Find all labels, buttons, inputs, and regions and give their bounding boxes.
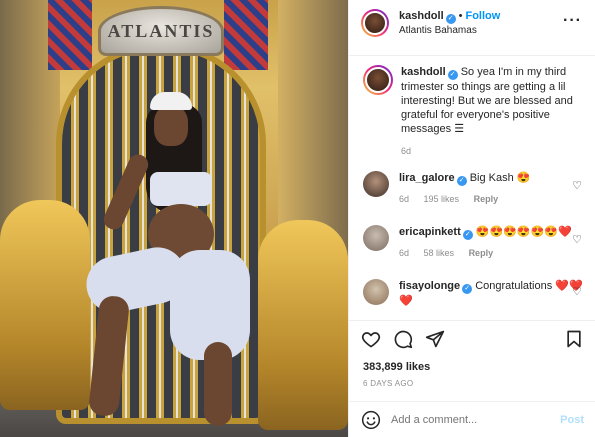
separator-dot: • [458, 10, 463, 22]
comment-body: fisayolonge ✓ Congratulations ❤️❤️❤️ [399, 279, 585, 308]
action-icons [361, 329, 445, 349]
person-top [150, 172, 212, 206]
throne-arm-left [0, 200, 90, 410]
throne-arm-right [258, 220, 348, 430]
post-photo[interactable]: ATLANTIS [0, 0, 348, 437]
comment-username[interactable]: lira_galore [399, 172, 455, 184]
comment-likes[interactable]: 195 likes [424, 194, 460, 204]
comment-bubble-icon[interactable] [393, 329, 413, 349]
caption-meta: 6d [401, 144, 585, 158]
author-username[interactable]: kashdoll [399, 10, 444, 22]
photo-person [81, 92, 250, 432]
comment-username[interactable]: ericapinkett [399, 226, 461, 238]
comment-likes[interactable]: 58 likes [424, 248, 455, 258]
author-avatar[interactable] [363, 11, 387, 35]
verified-badge-icon: ✓ [447, 70, 458, 80]
like-count[interactable]: 383,899 likes [363, 361, 430, 373]
caption-entry: kashdoll ✓ So yea I'm in my third trimest… [363, 65, 585, 158]
comment-body: lira_galore ✓ Big Kash 😍 6d 195 likes Rep… [399, 171, 585, 206]
reply-button[interactable]: Reply [474, 194, 499, 204]
post-date[interactable]: 6 DAYS AGO [363, 379, 413, 388]
photo-banner-right [224, 0, 268, 70]
comment-item: ericapinkett ✓ 😍😍😍😍😍😍❤️ 6d 58 likes Reply [363, 225, 585, 260]
comment-avatar[interactable] [363, 171, 389, 197]
comment-item: lira_galore ✓ Big Kash 😍 6d 195 likes Rep… [363, 171, 585, 206]
reply-button[interactable]: Reply [469, 248, 494, 258]
comment-input[interactable] [391, 413, 561, 426]
person-leg-right [204, 342, 232, 426]
person-cap [150, 92, 192, 110]
more-options-icon[interactable]: ··· [563, 12, 582, 30]
comment-text: 😍😍😍😍😍😍❤️ [475, 226, 572, 238]
verified-badge-icon: ✓ [456, 176, 467, 186]
comment-meta: 6d 58 likes Reply [399, 246, 585, 260]
comment-text: Big Kash 😍 [469, 172, 531, 184]
comment-avatar[interactable] [363, 279, 389, 305]
comment-username[interactable]: fisayolonge [399, 280, 460, 292]
comment-like-heart-icon[interactable]: ♡ [572, 285, 582, 298]
verified-badge-icon: ✓ [462, 284, 473, 294]
like-heart-icon[interactable] [361, 329, 381, 349]
post-header: kashdoll ✓ • Follow Atlantis Bahamas ··· [349, 0, 595, 56]
comments-list[interactable]: kashdoll ✓ So yea I'm in my third trimest… [349, 57, 595, 319]
person-face [154, 106, 188, 146]
post-location[interactable]: Atlantis Bahamas [399, 24, 500, 38]
comment-like-heart-icon[interactable]: ♡ [572, 233, 582, 246]
person-raised-arm [100, 151, 152, 233]
photo-banner-left [48, 0, 92, 70]
comment-meta: 6d 195 likes Reply [399, 192, 585, 206]
save-bookmark-icon[interactable] [564, 329, 584, 349]
comment-time[interactable]: 6d [399, 248, 409, 258]
comment-avatar[interactable] [363, 225, 389, 251]
verified-badge-icon: ✓ [462, 230, 473, 240]
emoji-smiley-icon[interactable] [361, 410, 381, 430]
verified-badge-icon: ✓ [445, 14, 456, 24]
share-paper-plane-icon[interactable] [425, 329, 445, 349]
comment-body: ericapinkett ✓ 😍😍😍😍😍😍❤️ 6d 58 likes Reply [399, 225, 585, 260]
caption-avatar-ring[interactable] [363, 65, 393, 95]
atlantis-sign: ATLANTIS [98, 6, 224, 56]
caption-time[interactable]: 6d [401, 146, 411, 156]
post-actions: 383,899 likes 6 DAYS AGO [349, 320, 595, 388]
atlantis-sign-text: ATLANTIS [107, 20, 215, 41]
add-comment-bar: Post [349, 401, 595, 437]
post-side-panel: kashdoll ✓ • Follow Atlantis Bahamas ··· ka… [348, 0, 595, 437]
author-meta: kashdoll ✓ • Follow Atlantis Bahamas [399, 9, 500, 38]
author-avatar-ring[interactable] [361, 9, 389, 37]
caption-body: kashdoll ✓ So yea I'm in my third trimest… [401, 65, 585, 158]
comment-like-heart-icon[interactable]: ♡ [572, 179, 582, 192]
post-comment-button[interactable]: Post [560, 414, 584, 426]
caption-avatar[interactable] [365, 67, 391, 93]
comment-time[interactable]: 6d [399, 194, 409, 204]
comment-item: fisayolonge ✓ Congratulations ❤️❤️❤️ [363, 279, 585, 308]
caption-username[interactable]: kashdoll [401, 66, 446, 78]
follow-button[interactable]: Follow [465, 10, 500, 22]
